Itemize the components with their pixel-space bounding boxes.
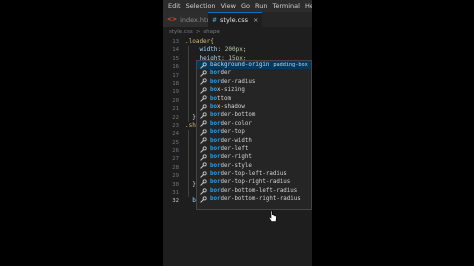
suggestion-item[interactable]: border-top <box>197 128 311 136</box>
suggestion-label: border-top <box>210 129 245 136</box>
suggestion-item[interactable]: border-top-right-radius <box>197 178 311 186</box>
code-line: width: 200px; <box>199 46 247 54</box>
suggestion-item[interactable]: border-radius <box>197 78 311 86</box>
line-number: 27 <box>172 156 179 163</box>
wrench-icon <box>200 129 207 136</box>
wrench-icon <box>200 187 207 195</box>
wrench-icon <box>200 87 207 94</box>
wrench-icon <box>200 112 207 119</box>
menu-terminal[interactable]: Terminal <box>270 2 302 10</box>
menu-edit[interactable]: Edit <box>163 2 183 10</box>
suggestion-item[interactable]: box-shadow <box>197 103 311 111</box>
suggestion-label: bottom <box>210 95 231 102</box>
line-number: 24 <box>172 131 179 138</box>
line-number: 26 <box>172 148 179 155</box>
wrench-icon <box>200 145 207 153</box>
suggestion-item[interactable]: border-top-left-radius <box>197 170 311 178</box>
wrench-icon <box>200 70 207 77</box>
suggestion-label: border-top-right-radius <box>210 179 291 186</box>
line-number: 17 <box>172 72 179 79</box>
line-number: 21 <box>172 106 179 113</box>
wrench-icon <box>200 171 207 178</box>
line-number: 16 <box>172 64 179 71</box>
line-number: 15 <box>172 55 179 62</box>
line-number: 30 <box>172 181 179 188</box>
menu-bar: Edit Selection View Go Run Terminal Help <box>163 0 312 12</box>
html-icon: <> <box>167 16 178 23</box>
tab-bar: <> index.html # style.css × <box>163 12 312 27</box>
suggestion-item[interactable]: border-bottom <box>197 111 311 119</box>
close-icon[interactable]: × <box>253 16 258 24</box>
css-value: 200px <box>224 46 243 54</box>
css-selector: .loader{ <box>185 38 214 45</box>
suggestion-item[interactable]: background-origin padding-box <box>197 61 311 70</box>
menu-view[interactable]: View <box>218 2 238 10</box>
suggestion-label: border-top-left-radius <box>210 171 287 178</box>
line-number: 23 <box>172 122 179 129</box>
wrench-icon <box>200 196 207 203</box>
suggestion-label: border-color <box>210 120 252 127</box>
autocomplete-suggestions: background-origin padding-box border border… <box>196 60 312 210</box>
menu-selection[interactable]: Selection <box>183 2 218 10</box>
wrench-icon <box>200 103 207 111</box>
wrench-icon <box>200 62 207 69</box>
suggestion-item[interactable]: bottom <box>197 95 311 103</box>
menu-go[interactable]: Go <box>239 2 253 10</box>
tab-style-css[interactable]: # style.css × <box>208 12 263 27</box>
suggestion-item[interactable]: border-style <box>197 162 311 170</box>
suggestion-label: border-left <box>210 145 249 152</box>
css-property: width <box>199 46 218 54</box>
line-number: 25 <box>172 139 179 146</box>
mouse-pointer-icon <box>268 210 277 222</box>
line-number: 19 <box>172 89 179 96</box>
breadcrumb: style.css > shape <box>163 27 312 37</box>
wrench-icon <box>200 78 207 86</box>
line-number-gutter: 13 14 15 16 17 18 19 20 21 22 23 24 25 2… <box>163 38 183 206</box>
wrench-icon <box>200 137 207 144</box>
breadcrumb-symbol[interactable]: shape <box>203 29 220 35</box>
suggestion-label: box-shadow <box>210 103 245 110</box>
suggestion-item[interactable]: border-color <box>197 120 311 128</box>
suggestion-label: border-bottom-right-radius <box>210 196 301 203</box>
suggestion-label: box-sizing <box>210 87 245 94</box>
line-number-current: 32 <box>172 198 179 205</box>
tab-index-html[interactable]: <> index.html <box>163 12 215 27</box>
tab-label: style.css <box>220 16 249 24</box>
wrench-icon <box>200 120 207 128</box>
wrench-icon <box>200 162 207 170</box>
menu-run[interactable]: Run <box>253 2 270 10</box>
suggestion-item[interactable]: border-bottom-left-radius <box>197 187 311 195</box>
line-number: 14 <box>172 47 179 54</box>
suggestion-item[interactable]: border-width <box>197 137 311 145</box>
line-number: 28 <box>172 164 179 171</box>
suggestion-label: border-right <box>210 154 252 161</box>
suggestion-item[interactable]: border-bottom-right-radius <box>197 195 311 203</box>
suggestion-item[interactable]: border <box>197 69 311 77</box>
css-icon: # <box>212 16 218 24</box>
suggestion-label: border-radius <box>210 78 256 85</box>
code-line: .loader{ <box>185 38 312 46</box>
line-number: 13 <box>172 39 179 45</box>
suggestion-label: border-bottom <box>210 112 256 119</box>
suggestion-label: border-style <box>210 162 252 169</box>
suggestion-label: border <box>210 70 231 77</box>
line-number: 29 <box>172 173 179 180</box>
suggestion-label: border-width <box>210 137 252 144</box>
line-number: 22 <box>172 114 179 121</box>
breadcrumb-separator: > <box>195 29 201 35</box>
line-number: 18 <box>172 80 179 87</box>
line-number: 31 <box>172 190 179 197</box>
suggestion-label: border-bottom-left-radius <box>210 187 298 194</box>
wrench-icon <box>200 95 207 102</box>
suggestion-item[interactable]: box-sizing <box>197 86 311 94</box>
menu-help[interactable]: Help <box>302 2 312 10</box>
suggestion-item[interactable]: border-right <box>197 153 311 161</box>
wrench-icon <box>200 179 207 186</box>
breadcrumb-file[interactable]: style.css <box>169 29 193 35</box>
suggestion-label: background-origin <box>210 62 270 68</box>
wrench-icon <box>200 154 207 161</box>
suggestion-item[interactable]: border-left <box>197 145 311 153</box>
suggestion-detail: padding-box <box>273 62 308 68</box>
line-number: 20 <box>172 97 179 104</box>
